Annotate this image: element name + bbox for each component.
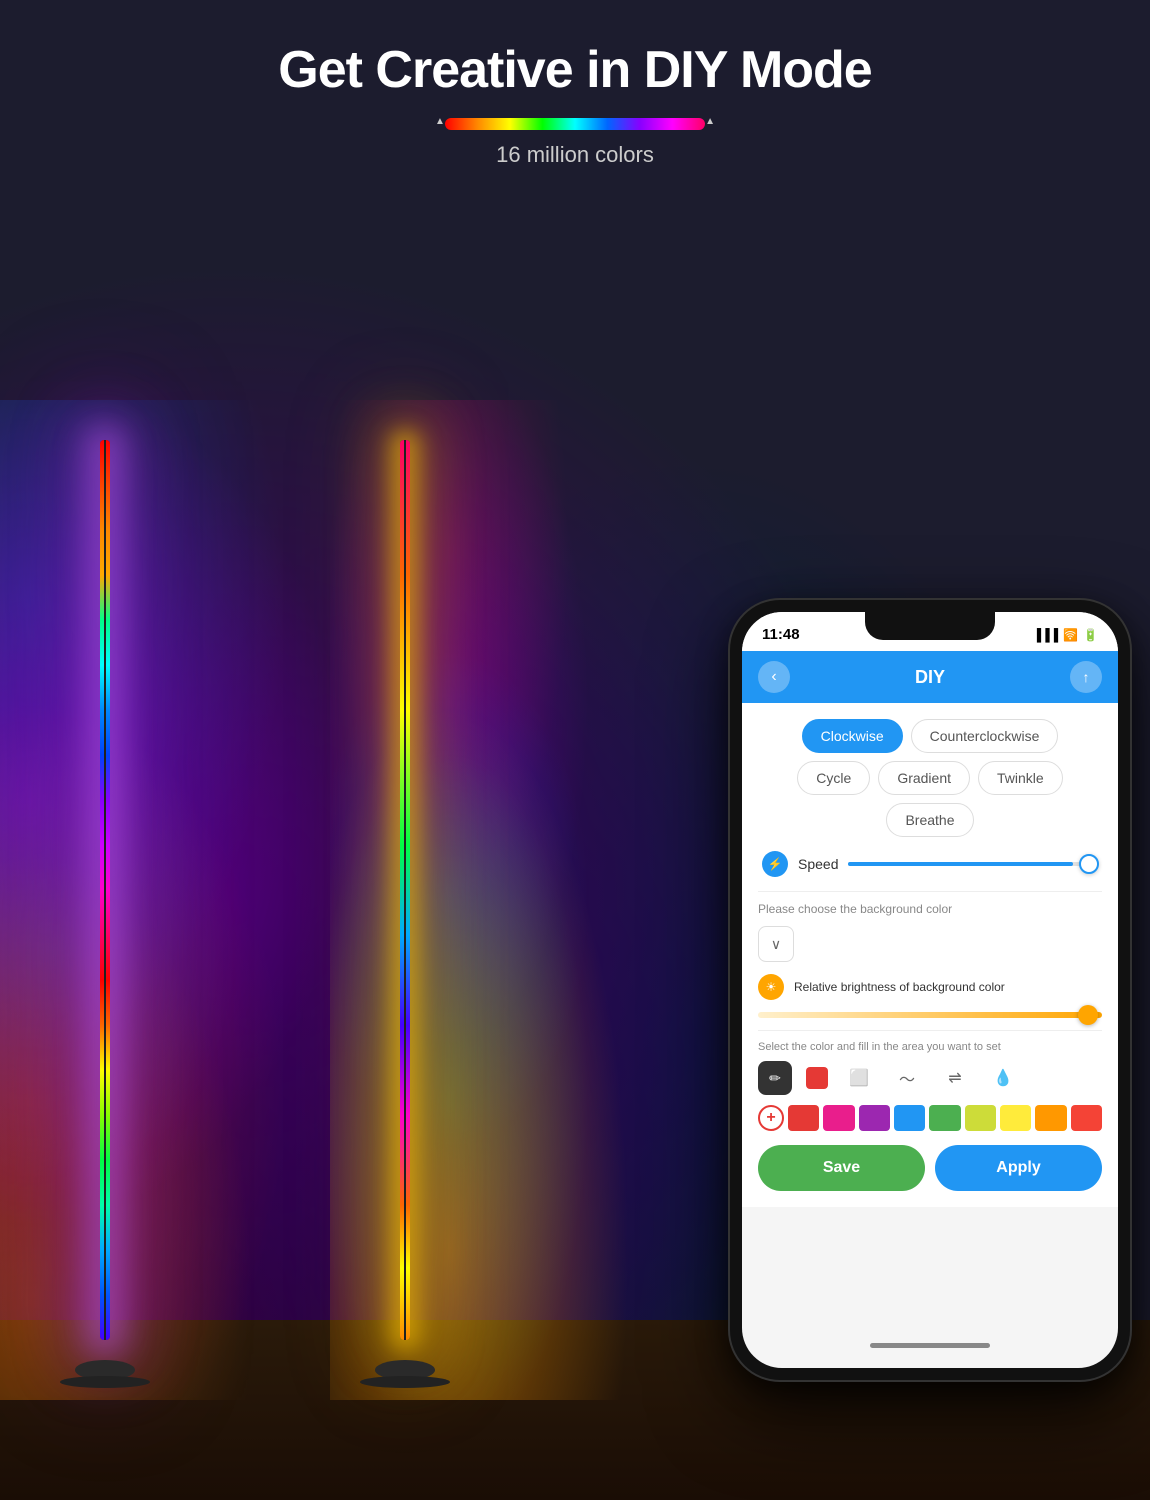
lamp-right — [400, 440, 410, 1340]
divider-2 — [758, 1030, 1102, 1031]
mode-row-3: Breathe — [758, 803, 1102, 837]
wifi-icon: 🛜 — [1063, 628, 1078, 642]
lamp-right-base — [375, 1360, 435, 1380]
divider-1 — [758, 891, 1102, 892]
lamp-left-base — [75, 1360, 135, 1380]
phone-body: 11:48 ▐▐▐ 🛜 🔋 ‹ DIY ↑ — [730, 600, 1130, 1380]
mode-counterclockwise-button[interactable]: Counterclockwise — [911, 719, 1059, 753]
mode-row-1: Clockwise Counterclockwise — [758, 719, 1102, 753]
eraser-icon: ⬜ — [849, 1068, 869, 1088]
lamp-left-pole — [104, 440, 106, 1340]
select-color-label: Select the color and fill in the area yo… — [758, 1041, 1102, 1053]
palette-color-6[interactable] — [965, 1105, 996, 1131]
brightness-slider[interactable] — [758, 1012, 1102, 1018]
mode-breathe-button[interactable]: Breathe — [886, 803, 973, 837]
color-bar-wrapper: 16 million colors — [0, 118, 1150, 168]
page-title: Get Creative in DIY Mode — [0, 40, 1150, 100]
dropdown-chevron-icon: ∨ — [771, 936, 781, 953]
mode-cycle-button[interactable]: Cycle — [797, 761, 870, 795]
palette-color-3[interactable] — [859, 1105, 890, 1131]
palette-color-5[interactable] — [929, 1105, 960, 1131]
brightness-slider-thumb[interactable] — [1078, 1005, 1098, 1025]
mode-twinkle-button[interactable]: Twinkle — [978, 761, 1063, 795]
app-title: DIY — [915, 667, 945, 688]
drop-icon: 💧 — [993, 1068, 1013, 1088]
palette-add-button[interactable]: + — [758, 1105, 784, 1131]
header: Get Creative in DIY Mode 16 million colo… — [0, 40, 1150, 168]
lamp-right-pole — [404, 440, 406, 1340]
bottom-buttons: Save Apply — [758, 1145, 1102, 1191]
color-bar — [445, 118, 705, 130]
tool-row: ✏ ⬜ 〜 ⇌ 💧 — [758, 1061, 1102, 1095]
wave-icon: 〜 — [899, 1066, 915, 1090]
status-time: 11:48 — [762, 626, 800, 643]
brightness-icon: ☀ — [758, 974, 784, 1000]
million-colors-label: 16 million colors — [496, 142, 654, 168]
status-icons: ▐▐▐ 🛜 🔋 — [1033, 628, 1098, 642]
palette-color-2[interactable] — [823, 1105, 854, 1131]
mode-row-2: Cycle Gradient Twinkle — [758, 761, 1102, 795]
mode-gradient-button[interactable]: Gradient — [878, 761, 970, 795]
brightness-label: Relative brightness of background color — [794, 980, 1102, 994]
palette-color-1[interactable] — [788, 1105, 819, 1131]
apply-button[interactable]: Apply — [935, 1145, 1102, 1191]
palette-color-4[interactable] — [894, 1105, 925, 1131]
wave-tool-button[interactable]: 〜 — [890, 1061, 924, 1095]
speed-slider[interactable] — [848, 862, 1098, 866]
lamp-left — [100, 440, 110, 1340]
color-swatch-red[interactable] — [806, 1067, 828, 1089]
speed-label: Speed — [798, 856, 838, 872]
share-button[interactable]: ↑ — [1070, 661, 1102, 693]
brightness-row: ☀ Relative brightness of background colo… — [758, 974, 1102, 1000]
save-button[interactable]: Save — [758, 1145, 925, 1191]
gradient-icon: ⇌ — [948, 1068, 961, 1088]
drop-tool-button[interactable]: 💧 — [986, 1061, 1020, 1095]
pencil-tool-button[interactable]: ✏ — [758, 1061, 792, 1095]
battery-icon: 🔋 — [1083, 628, 1098, 642]
palette-color-7[interactable] — [1000, 1105, 1031, 1131]
eraser-tool-button[interactable]: ⬜ — [842, 1061, 876, 1095]
palette-color-8[interactable] — [1035, 1105, 1066, 1131]
bg-color-dropdown[interactable]: ∨ — [758, 926, 794, 962]
back-button[interactable]: ‹ — [758, 661, 790, 693]
palette-row: + — [758, 1105, 1102, 1131]
speed-row: ⚡ Speed — [758, 851, 1102, 877]
gradient-tool-button[interactable]: ⇌ — [938, 1061, 972, 1095]
speed-slider-fill — [848, 862, 1073, 866]
share-icon: ↑ — [1082, 669, 1089, 685]
pencil-icon: ✏ — [769, 1070, 781, 1087]
speed-icon: ⚡ — [762, 851, 788, 877]
app-header: ‹ DIY ↑ — [742, 651, 1118, 703]
app-content: Clockwise Counterclockwise Cycle Gradien… — [742, 703, 1118, 1207]
speed-slider-thumb[interactable] — [1079, 854, 1099, 874]
signal-icon: ▐▐▐ — [1033, 628, 1059, 642]
phone-home-indicator — [870, 1343, 990, 1348]
phone-screen: 11:48 ▐▐▐ 🛜 🔋 ‹ DIY ↑ — [742, 612, 1118, 1368]
mode-clockwise-button[interactable]: Clockwise — [802, 719, 903, 753]
palette-color-9[interactable] — [1071, 1105, 1102, 1131]
back-icon: ‹ — [771, 668, 776, 686]
phone-container: 11:48 ▐▐▐ 🛜 🔋 ‹ DIY ↑ — [730, 600, 1130, 1380]
phone-notch — [865, 612, 995, 640]
bg-color-label: Please choose the background color — [758, 902, 1102, 916]
